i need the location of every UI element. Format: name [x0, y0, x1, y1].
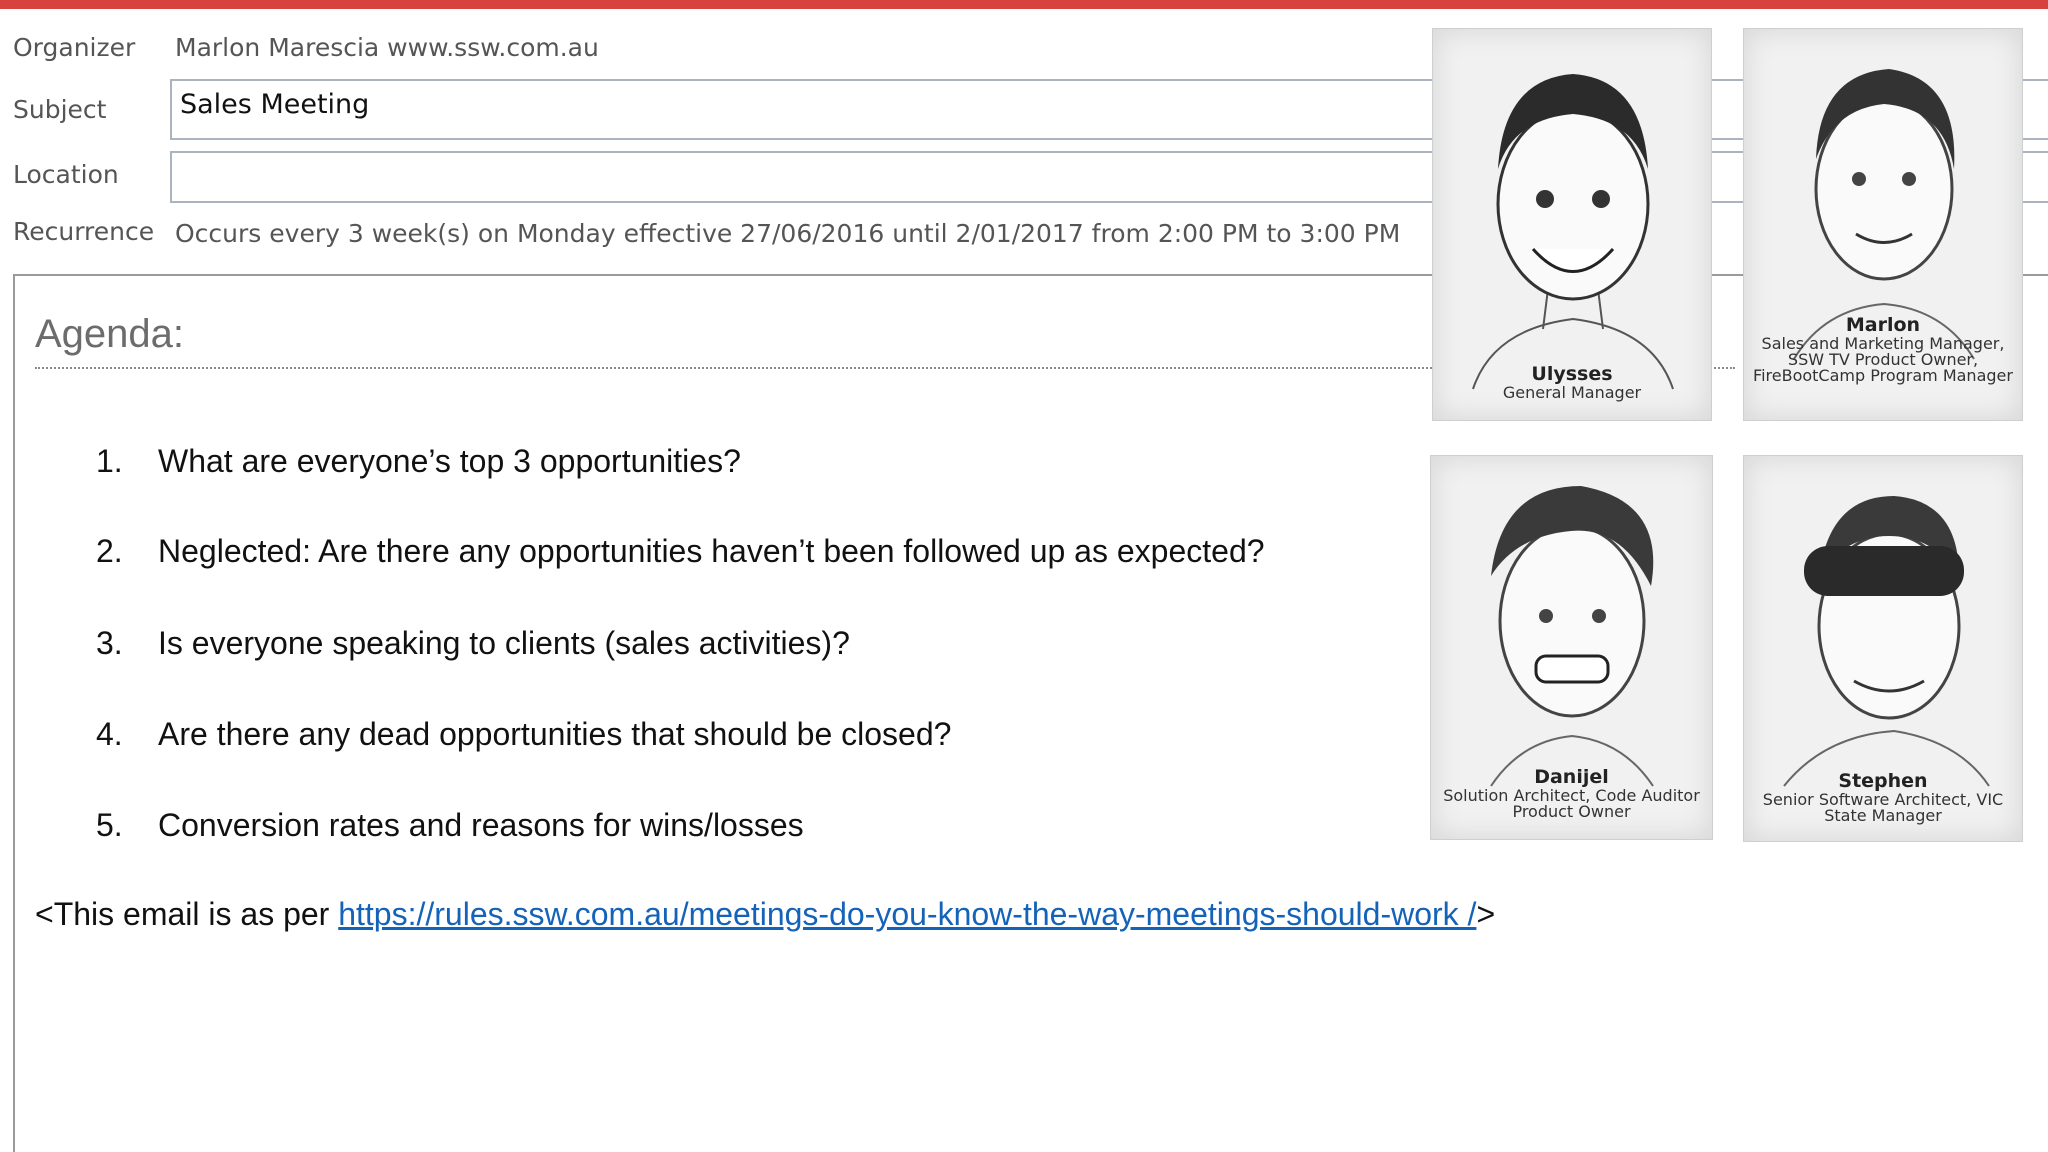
person-role: Senior Software Architect, VIC State Man… [1762, 790, 2004, 825]
rules-link[interactable]: https://rules.ssw.com.au/meetings-do-you… [338, 896, 1476, 932]
person-role: Solution Architect, Code Auditor Product… [1443, 786, 1700, 821]
agenda-item-text: What are everyone’s top 3 opportunities? [158, 443, 741, 479]
person-card-danijel: Danijel Solution Architect, Code Auditor… [1430, 455, 1713, 840]
agenda-item-number: 5. [96, 807, 123, 843]
agenda-item-text: Are there any dead opportunities that sh… [158, 716, 952, 752]
agenda-item-number: 1. [96, 443, 123, 479]
organizer-value: Marlon Marescia www.ssw.com.au [175, 33, 599, 62]
agenda-item-number: 2. [96, 533, 123, 569]
subject-label: Subject [13, 95, 107, 124]
organizer-label: Organizer [13, 33, 136, 62]
window-accent-bar [0, 0, 2048, 9]
agenda-item-5: 5. Conversion rates and reasons for wins/… [96, 807, 804, 844]
person-name: Marlon [1845, 314, 1921, 336]
recurrence-label: Recurrence [13, 217, 155, 246]
footer-prefix: <This email is as per [35, 896, 339, 932]
person-name: Danijel [1534, 766, 1609, 788]
agenda-heading: Agenda: [35, 312, 185, 356]
person-card-marlon: Marlon Sales and Marketing Manager, SSW … [1743, 28, 2023, 421]
agenda-item-text: Conversion rates and reasons for wins/lo… [158, 807, 804, 843]
person-role: Sales and Marketing Manager, SSW TV Prod… [1753, 334, 2013, 385]
agenda-item-1: 1. What are everyone’s top 3 opportunitie… [96, 443, 741, 480]
person-card-ulysses: Ulysses General Manager [1432, 28, 1712, 421]
agenda-item-text: Neglected: Are there any opportunities h… [158, 533, 1265, 569]
agenda-item-2: 2. Neglected: Are there any opportunities… [96, 533, 1265, 570]
recurrence-value[interactable]: Occurs every 3 week(s) on Monday effecti… [175, 219, 1400, 248]
agenda-item-4: 4. Are there any dead opportunities that … [96, 716, 951, 753]
footer-note: <This email is as per https://rules.ssw.… [35, 896, 1495, 933]
footer-suffix: > [1476, 896, 1496, 932]
person-card-stephen: Stephen Senior Software Architect, VIC S… [1743, 455, 2023, 842]
agenda-item-text: Is everyone speaking to clients (sales a… [158, 625, 850, 661]
agenda-item-number: 4. [96, 716, 123, 752]
location-label: Location [13, 160, 119, 189]
person-role: General Manager [1502, 383, 1642, 402]
subject-value: Sales Meeting [180, 89, 370, 120]
person-name: Stephen [1838, 770, 1928, 792]
agenda-item-3: 3. Is everyone speaking to clients (sales… [96, 625, 850, 662]
agenda-item-number: 3. [96, 625, 123, 661]
person-name: Ulysses [1531, 363, 1613, 385]
